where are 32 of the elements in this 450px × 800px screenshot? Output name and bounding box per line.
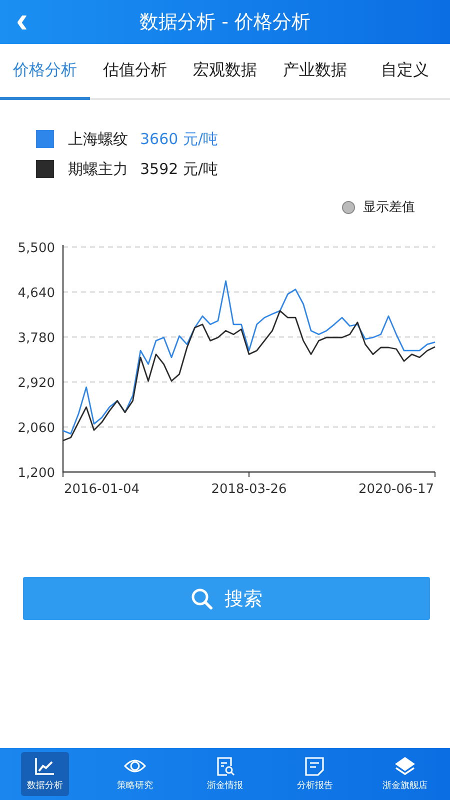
y-axis-label: 4,640	[18, 286, 55, 301]
tab[interactable]: 价格分析	[0, 44, 90, 100]
price-value: 3660 元/吨	[140, 130, 218, 148]
search-icon	[190, 588, 212, 610]
price-value: 3592 元/吨	[140, 160, 218, 178]
y-axis-label: 2,920	[18, 376, 55, 391]
x-axis-label: 2018-03-26	[211, 482, 287, 497]
y-axis-label: 3,780	[18, 331, 55, 346]
x-axis-label: 2016-01-04	[64, 482, 140, 497]
nav-item[interactable]: 分析报告	[291, 752, 339, 796]
window-title: 数据分析 - 价格分析	[138, 10, 312, 35]
chart-icon	[34, 756, 56, 776]
y-axis-label: 1,200	[18, 466, 55, 481]
y-axis-label: 5,500	[18, 241, 55, 256]
document-icon	[304, 756, 326, 776]
nav-item[interactable]: 数据分析	[21, 752, 69, 796]
layers-icon	[394, 756, 416, 776]
legend-label: 上海螺纹	[68, 130, 128, 148]
y-axis-label: 2,060	[18, 421, 55, 436]
tab[interactable]: 自定义	[360, 44, 450, 100]
tab[interactable]: 宏观数据	[180, 44, 270, 100]
nav-item[interactable]: 浙金旗舰店	[376, 752, 434, 796]
nav-item[interactable]: 策略研究	[111, 752, 159, 796]
back-button[interactable]: ‹	[16, 2, 28, 38]
tab[interactable]: 估值分析	[90, 44, 180, 100]
nav-item[interactable]: 浙金情报	[201, 752, 249, 796]
search-button[interactable]: 搜索	[23, 577, 430, 620]
show-difference-toggle[interactable]: 显示差值	[342, 198, 415, 216]
tab[interactable]: 产业数据	[270, 44, 360, 100]
document-search-icon	[214, 756, 236, 776]
x-axis-label: 2020-06-17	[358, 482, 434, 497]
legend-label: 期螺主力	[68, 160, 128, 178]
